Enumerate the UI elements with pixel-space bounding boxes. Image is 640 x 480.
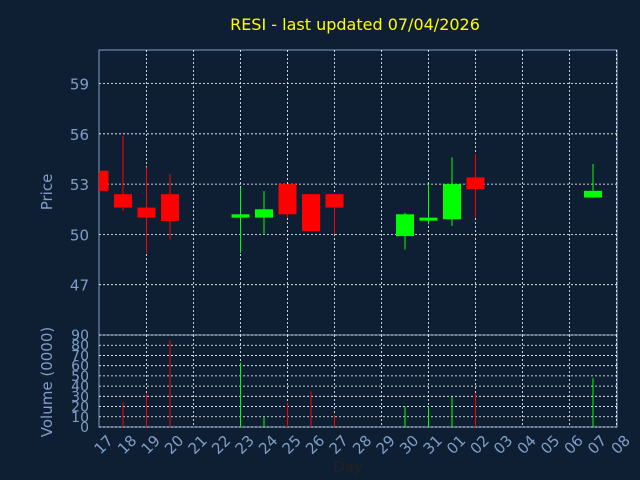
x-tick-labels: 1718192021222324252627282930310102030405…: [91, 432, 634, 458]
candle-body: [255, 209, 273, 218]
x-tick-label: 07: [584, 432, 610, 458]
x-tick-label: 24: [255, 432, 281, 458]
candle-body: [161, 194, 179, 221]
volume-axis-label: Volume (0000): [38, 327, 56, 437]
x-tick-label: 30: [396, 432, 422, 458]
x-tick-label: 06: [561, 432, 587, 458]
candle-body: [419, 217, 438, 221]
candle-body: [584, 190, 602, 198]
candle-body: [137, 207, 156, 218]
x-tick-label: 27: [326, 432, 352, 458]
volume-plot-frame: [98, 334, 618, 428]
x-tick-label: 20: [161, 432, 187, 458]
price-tick-label: 50: [70, 226, 89, 244]
price-tick-label: 59: [70, 76, 89, 94]
x-tick-label: 31: [420, 432, 446, 458]
x-tick-label: 26: [302, 432, 328, 458]
x-tick-label: 01: [443, 432, 469, 458]
candle-body: [302, 194, 320, 232]
price-tick-label: 47: [70, 277, 89, 295]
price-plot-frame: [98, 49, 618, 336]
x-tick-label: 03: [490, 432, 516, 458]
candle-body: [396, 214, 414, 237]
x-tick-label: 19: [138, 432, 164, 458]
candle-body: [325, 194, 344, 208]
x-tick-label: 25: [279, 432, 305, 458]
price-panel: 47 50 53 56 59: [70, 49, 618, 336]
candle-body: [466, 177, 485, 190]
stock-chart: RESI - last updated 07/04/2026 Price Vol…: [38, 15, 634, 476]
volume-tick-label: 90: [71, 328, 89, 344]
x-tick-label: 21: [185, 432, 211, 458]
x-tick-label: 02: [467, 432, 493, 458]
candle-body: [278, 184, 297, 215]
candle-body: [114, 194, 132, 208]
x-tick-label: 05: [537, 432, 563, 458]
candle-body: [99, 170, 109, 191]
price-axis-label: Price: [38, 174, 56, 211]
price-tick-label: 53: [70, 176, 89, 194]
x-tick-label: 23: [232, 432, 258, 458]
price-tick-label: 56: [70, 126, 89, 144]
x-tick-label: 28: [349, 432, 375, 458]
volume-panel: 0102030405060708090: [71, 328, 618, 436]
candle-body: [443, 184, 461, 220]
x-tick-label: 29: [373, 432, 399, 458]
chart-title: RESI - last updated 07/04/2026: [230, 15, 480, 34]
candle-body: [231, 214, 250, 218]
x-tick-label: 08: [608, 432, 634, 458]
x-tick-label: 18: [114, 432, 140, 458]
x-tick-label: 17: [91, 432, 117, 458]
x-tick-label: 04: [514, 432, 540, 458]
x-axis-label: Day: [333, 458, 363, 476]
x-tick-label: 22: [208, 432, 234, 458]
